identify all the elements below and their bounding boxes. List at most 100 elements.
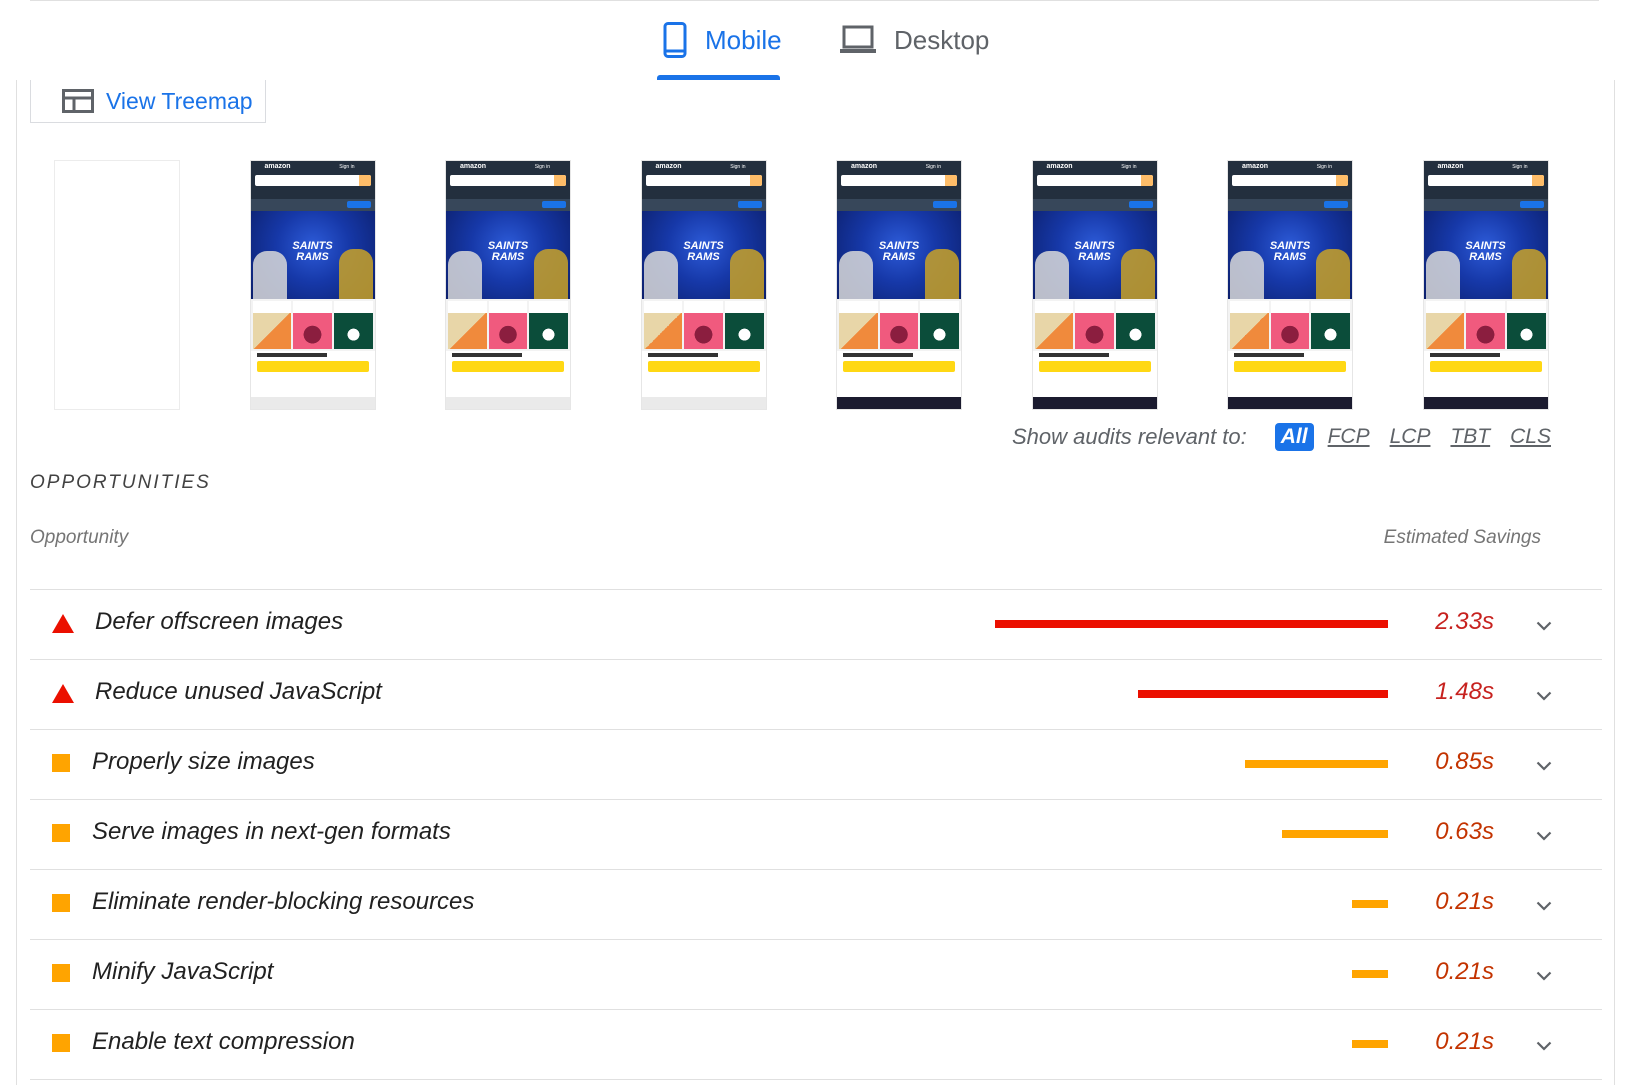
filmstrip-frame-part (839, 301, 878, 349)
filmstrip-frame-part (1519, 201, 1544, 208)
filmstrip-frame-part (1128, 201, 1153, 208)
filmstrip-frame-part: amazon (264, 163, 291, 170)
filmstrip-frame-part (1423, 189, 1548, 199)
filmstrip-frame-part (684, 301, 723, 313)
filmstrip-frame-part: amazon Sign in (250, 161, 375, 173)
filmstrip-frame-part (446, 397, 570, 409)
filmstrip-frame-part (1230, 301, 1269, 313)
opportunity-title: Reduce unused JavaScript (95, 678, 382, 705)
chevron-down-icon[interactable] (1536, 828, 1552, 846)
filmstrip-frame-part (529, 301, 569, 313)
filmstrip-frame-part (358, 175, 371, 186)
filmstrip-frame-part (1425, 301, 1465, 349)
tab-mobile[interactable]: Mobile (663, 18, 782, 62)
filmstrip-frame-part (250, 173, 375, 189)
opportunity-row[interactable]: Serve images in next-gen formats 0.63s (30, 800, 1602, 870)
filmstrip-frame-part: SAINTS RAMS (1423, 211, 1548, 299)
filter-chip-all[interactable]: All (1274, 423, 1314, 451)
filmstrip-frame-part (448, 313, 487, 349)
filmstrip-frame-part: amazon Sign in (837, 161, 961, 173)
filmstrip-frame-part (843, 361, 955, 372)
tab-mobile-label: Mobile (705, 24, 782, 55)
filmstrip-frame-part: SAINTS RAMS (1032, 211, 1157, 299)
opportunity-row[interactable]: Defer offscreen images 2.33s (30, 590, 1602, 660)
filmstrip-frame-part (1032, 351, 1157, 377)
filter-chip-cls[interactable]: CLS (1504, 423, 1557, 451)
filmstrip-frame-part (1228, 173, 1352, 189)
filmstrip-frame-part (1032, 189, 1157, 199)
filmstrip-frame-part (945, 175, 957, 186)
opportunity-row[interactable]: Minify JavaScript 0.21s (30, 940, 1602, 1010)
filmstrip-frame-part (1427, 175, 1544, 186)
filmstrip-frame-part: SAINTS RAMS (1228, 211, 1352, 299)
filmstrip-frame: amazon Sign in SAINTS RAMS (1422, 160, 1549, 410)
filmstrip-frame-part: Sign in (1121, 164, 1137, 170)
chevron-down-icon[interactable] (1536, 758, 1552, 776)
filmstrip-frame: amazon Sign in SAINTS RAMS (640, 160, 767, 410)
filmstrip-frame-part (1336, 175, 1348, 186)
chevron-down-icon[interactable] (1536, 688, 1552, 706)
filmstrip-frame-part (1038, 361, 1151, 372)
orange-square-icon (52, 824, 70, 842)
filmstrip-frame-part (1230, 313, 1269, 349)
opportunity-list: Defer offscreen images 2.33s Reduce unused… (30, 589, 1602, 1080)
filter-chip-fcp[interactable]: FCP (1322, 423, 1376, 451)
filmstrip-frame-part (1423, 199, 1548, 211)
filmstrip-frame-part (1466, 301, 1505, 313)
chevron-down-icon[interactable] (1536, 968, 1552, 986)
opportunity-title: Defer offscreen images (95, 608, 344, 635)
opportunity-title: Properly size images (92, 748, 315, 775)
filmstrip-frame (54, 160, 180, 410)
savings-bar (1352, 900, 1388, 908)
filmstrip-frame-part (1075, 313, 1114, 349)
filmstrip-frame-part (641, 397, 766, 409)
opportunity-row[interactable]: Enable text compression 0.21s (30, 1010, 1602, 1080)
filmstrip-frame-part (446, 189, 570, 199)
filmstrip-frame-part: SAINTS RAMS (837, 211, 961, 299)
red-triangle-icon (52, 614, 74, 633)
filmstrip-frame-part (1036, 175, 1153, 186)
filmstrip-frame-part (641, 299, 766, 351)
orange-square-icon (52, 894, 70, 912)
filmstrip-frame-part: Sign in (1512, 164, 1528, 170)
filmstrip-frame-part (1270, 301, 1310, 313)
filmstrip-frame-part (837, 351, 961, 377)
chevron-down-icon[interactable] (1536, 898, 1552, 916)
filmstrip-frame-part (724, 313, 764, 349)
filmstrip-frame-part (1531, 175, 1544, 186)
filmstrip-frame-part (1311, 301, 1351, 349)
filmstrip-frame-part (879, 313, 919, 349)
view-treemap-button[interactable]: View Treemap (30, 80, 266, 123)
filmstrip-frame-part (837, 299, 961, 351)
filmstrip-frame-part (724, 301, 764, 349)
filmstrip-frame-part (250, 397, 375, 409)
opportunity-row[interactable]: Eliminate render-blocking resources 0.21s (30, 870, 1602, 940)
tab-desktop[interactable]: Desktop (840, 18, 989, 62)
filmstrip-frame-part (1140, 175, 1153, 186)
filmstrip-frame-part (1230, 301, 1269, 349)
filmstrip-frame-part (643, 301, 683, 349)
savings-bar (1352, 1040, 1388, 1048)
device-tabs: Mobile Desktop (0, 0, 1629, 80)
filmstrip-frame-part (1115, 301, 1155, 349)
chevron-down-icon[interactable] (1536, 618, 1552, 636)
opportunity-row[interactable]: Reduce unused JavaScript 1.48s (30, 660, 1602, 730)
filmstrip-frame-part (1120, 249, 1155, 299)
filmstrip-frame-part (879, 301, 919, 313)
filmstrip-frame-part (254, 175, 371, 186)
opportunity-row[interactable]: Properly size images 0.85s (30, 730, 1602, 800)
filter-chip-lcp[interactable]: LCP (1384, 423, 1437, 451)
filmstrip-frame-part (1506, 301, 1546, 313)
filmstrip-frame-part: Sign in (534, 164, 550, 170)
mobile-phone-icon (663, 22, 687, 58)
filmstrip-frame-part (843, 353, 913, 357)
red-triangle-icon (52, 614, 74, 633)
filmstrip-frame-part (250, 299, 375, 351)
filmstrip-frame-part (1425, 313, 1465, 349)
filmstrip-frame-part (724, 301, 764, 313)
chevron-down-icon[interactable] (1536, 1038, 1552, 1056)
filmstrip-frame-part (1232, 175, 1348, 186)
filmstrip-frame-part: amazon (1046, 163, 1073, 170)
filter-chip-tbt[interactable]: TBT (1444, 423, 1496, 451)
filmstrip-frame-part (1423, 397, 1548, 409)
